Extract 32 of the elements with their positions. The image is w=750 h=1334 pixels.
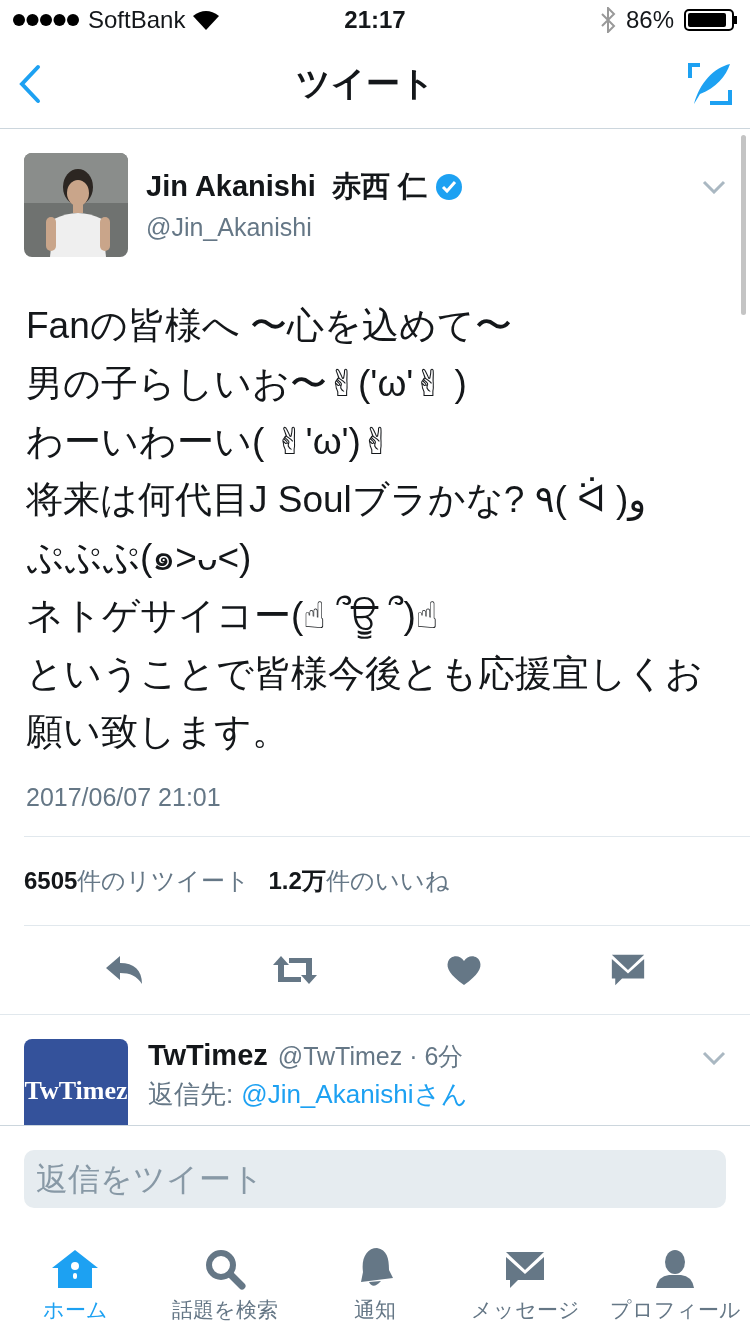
tab-bar-item[interactable]: 通知 <box>300 1228 450 1328</box>
tweet-stat[interactable]: 6505件のリツイート <box>24 865 251 897</box>
clock-time: 21:17 <box>344 6 406 34</box>
tab-bar-item[interactable]: プロフィール <box>600 1228 750 1328</box>
mail-icon <box>504 1250 546 1290</box>
retweet-icon[interactable] <box>270 954 319 986</box>
page-title: ツイート <box>295 63 435 104</box>
wifi-icon <box>193 10 220 30</box>
avatar-logo: TwTimez <box>24 1039 128 1125</box>
back-icon[interactable] <box>18 64 42 104</box>
user-name: Jin Akanishi 赤西 仁 <box>146 169 427 204</box>
battery-icon <box>684 9 738 31</box>
tab-bar-item[interactable]: ホーム <box>0 1228 150 1328</box>
user-handle: @Jin_Akanishi <box>146 213 313 242</box>
user-name: TwTimez <box>148 1039 268 1072</box>
signal-icon <box>12 13 80 27</box>
person-icon <box>654 1248 696 1290</box>
reply-label: 返信先: <box>148 1078 234 1111</box>
bluetooth-icon <box>599 7 616 33</box>
search-icon <box>204 1248 246 1290</box>
user-handle: @TwTimez · 6分 <box>277 1041 464 1072</box>
tab-bar-item[interactable]: 話題を検索 <box>150 1228 300 1328</box>
home-icon <box>50 1248 100 1290</box>
reply-field[interactable]: 返信をツイート <box>24 1150 726 1208</box>
carrier-name: SoftBank <box>88 6 186 34</box>
tweet-date: 2017/06/07 21:01 <box>26 783 222 813</box>
tab-bar-item[interactable]: メッセージ <box>450 1228 600 1328</box>
compose-icon[interactable] <box>688 62 732 106</box>
tweet-stat[interactable]: 1.2万件のいいね <box>268 865 450 897</box>
mention-link[interactable]: @Jin_Akanishiさん <box>241 1077 468 1112</box>
battery-percent: 86% <box>625 6 674 34</box>
heart-icon[interactable] <box>445 954 482 986</box>
